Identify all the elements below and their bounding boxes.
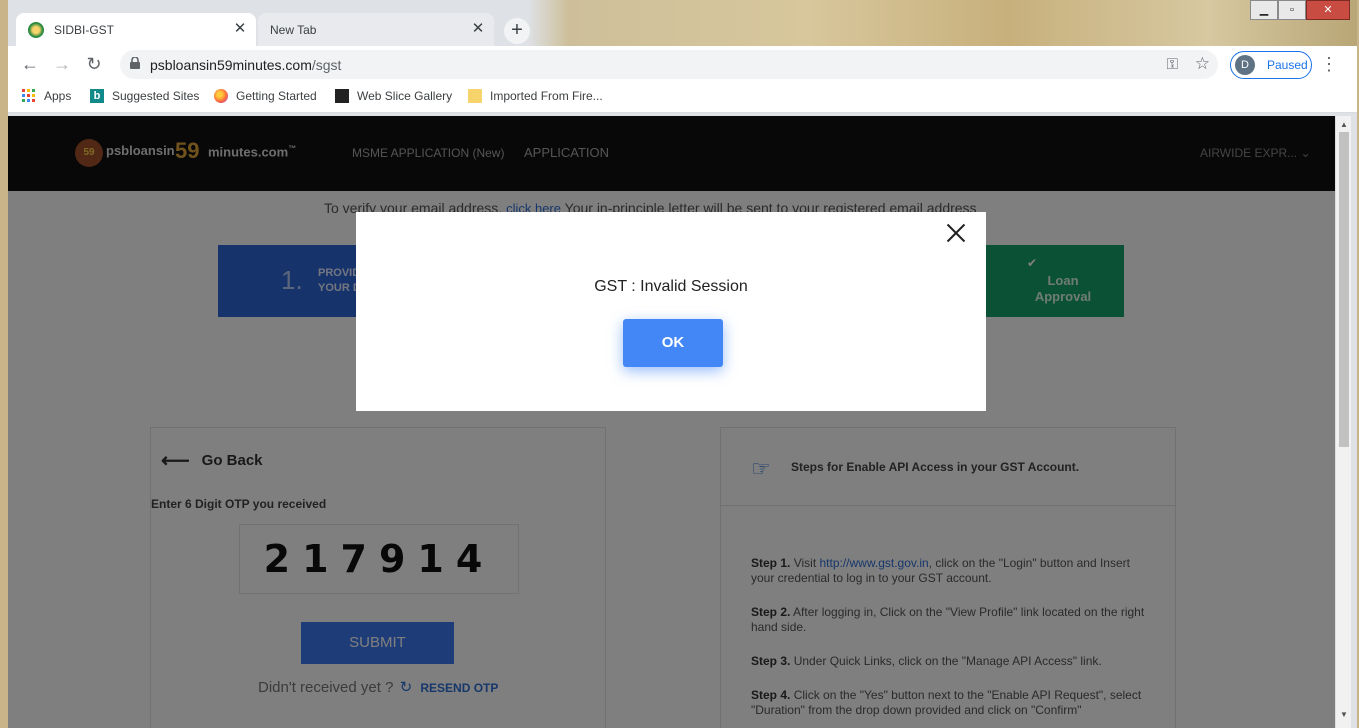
page-scrollbar[interactable]: ▲ ▼ xyxy=(1335,116,1351,728)
new-tab-button[interactable]: + xyxy=(504,18,530,44)
bookmark-label: Imported From Fire... xyxy=(490,89,603,103)
maximize-button[interactable]: ▫ xyxy=(1278,0,1306,20)
modal-backdrop[interactable] xyxy=(8,116,1335,728)
tab-title: New Tab xyxy=(270,22,317,37)
address-bar[interactable]: psbloansin59minutes.com/sgst ⚿ ☆ xyxy=(120,50,1218,79)
firefox-icon xyxy=(214,89,228,103)
url-host: psbloansin59minutes.com xyxy=(150,57,312,73)
page-viewport: 59 psbloansin 59 minutes.com™ MSME APPLI… xyxy=(8,116,1335,728)
tab-close-icon[interactable]: ✕ xyxy=(232,21,248,37)
dialog-message: GST : Invalid Session xyxy=(594,278,748,295)
minimize-button[interactable]: ▁ xyxy=(1250,0,1278,20)
bing-icon: b xyxy=(90,89,104,103)
back-arrow-icon[interactable]: ← xyxy=(18,53,42,77)
browser-menu-icon[interactable]: ⋮ xyxy=(1320,54,1338,75)
bookmark-star-icon[interactable]: ☆ xyxy=(1195,54,1210,74)
tab-title: SIDBI-GST xyxy=(54,22,115,37)
url-text: psbloansin59minutes.com/sgst xyxy=(150,57,341,73)
bookmark-imported-folder[interactable]: Imported From Fire... xyxy=(468,89,603,103)
tab-close-icon[interactable]: ✕ xyxy=(470,21,486,37)
tab-strip: SIDBI-GST ✕ New Tab ✕ + ▁ ▫ ✕ xyxy=(8,0,1357,46)
scroll-up-arrow-icon[interactable]: ▲ xyxy=(1340,120,1348,129)
reload-icon[interactable]: ↻ xyxy=(82,53,106,77)
ok-button[interactable]: OK xyxy=(623,319,723,367)
scrollbar-thumb[interactable] xyxy=(1339,132,1349,447)
invalid-session-dialog: GST : Invalid Session OK xyxy=(356,212,986,411)
site-favicon-icon xyxy=(28,21,44,38)
window-close-button[interactable]: ✕ xyxy=(1306,0,1350,20)
folder-icon xyxy=(468,89,482,103)
bookmark-apps[interactable]: Apps xyxy=(22,89,71,103)
bookmark-suggested-sites[interactable]: b Suggested Sites xyxy=(90,89,199,103)
close-icon[interactable] xyxy=(945,222,967,244)
bookmark-getting-started[interactable]: Getting Started xyxy=(214,89,317,103)
apps-grid-icon xyxy=(22,89,35,102)
bookmark-label: Apps xyxy=(44,89,72,103)
key-icon[interactable]: ⚿ xyxy=(1167,56,1178,73)
bookmarks-bar: Apps b Suggested Sites Getting Started W… xyxy=(8,83,1357,113)
web-slice-icon xyxy=(335,89,349,103)
scroll-down-arrow-icon[interactable]: ▼ xyxy=(1340,710,1348,719)
tab-sidbi-gst[interactable]: SIDBI-GST ✕ xyxy=(16,13,256,46)
profile-status: Paused xyxy=(1267,58,1308,72)
bookmark-label: Suggested Sites xyxy=(112,89,200,103)
browser-toolbar: ← → ↻ psbloansin59minutes.com/sgst ⚿ ☆ D… xyxy=(8,46,1357,83)
lock-icon xyxy=(130,57,140,69)
url-path: /sgst xyxy=(311,57,342,73)
tab-new-tab[interactable]: New Tab ✕ xyxy=(258,13,494,46)
profile-button[interactable]: D Paused xyxy=(1230,51,1312,79)
bookmark-label: Getting Started xyxy=(236,89,317,103)
bookmark-web-slice-gallery[interactable]: Web Slice Gallery xyxy=(335,89,452,103)
avatar: D xyxy=(1235,55,1255,75)
forward-arrow-icon[interactable]: → xyxy=(50,53,74,77)
bookmark-label: Web Slice Gallery xyxy=(357,89,453,103)
